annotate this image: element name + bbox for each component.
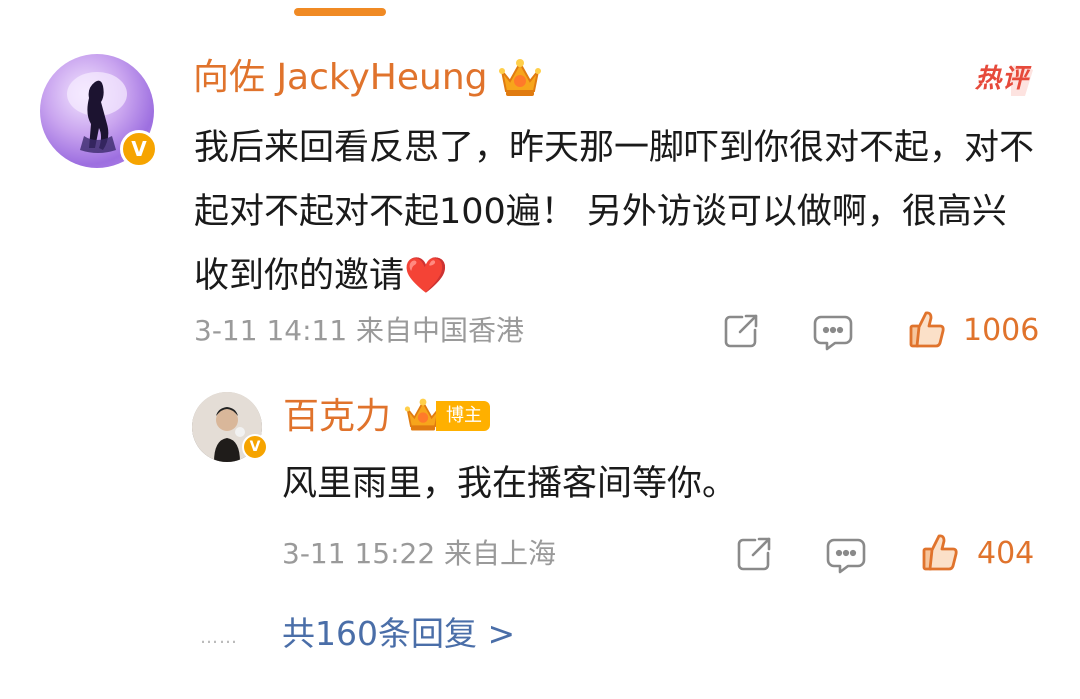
thumbs-up-icon[interactable] xyxy=(921,532,959,572)
reply-text: 风里雨里，我在播客间等你。 xyxy=(282,464,738,504)
more-replies-link[interactable]: 共160条回复 > xyxy=(282,612,515,656)
scroll-indicator xyxy=(294,8,386,16)
share-icon[interactable] xyxy=(735,535,773,573)
share-icon[interactable] xyxy=(722,312,760,350)
comment-icon[interactable] xyxy=(813,313,853,351)
verified-badge-icon: V xyxy=(242,434,268,460)
comment-username[interactable]: 向佐 JackyHeung xyxy=(193,56,488,100)
like-count: 1006 xyxy=(963,313,1040,348)
comment-meta: 3-11 14:11 来自中国香港 xyxy=(194,314,525,347)
reply-meta: 3-11 15:22 来自上海 xyxy=(282,537,557,570)
avatar[interactable]: V xyxy=(40,54,158,168)
reply-username[interactable]: 百克力 xyxy=(283,395,391,439)
blogger-tag: 博主 xyxy=(436,401,490,431)
verified-badge-icon: V xyxy=(120,130,158,168)
heart-emoji: ❤️ xyxy=(404,256,448,296)
thumbs-up-icon[interactable] xyxy=(908,309,946,349)
reply-like-count: 404 xyxy=(977,536,1035,571)
reply-avatar[interactable]: V xyxy=(192,392,268,462)
crown-icon xyxy=(499,59,541,96)
thread-dots: …… xyxy=(200,627,238,648)
comment-text-content: 我后来回看反思了，昨天那一脚吓到你很对不起，对不起对不起对不起100遍！ 另外访… xyxy=(194,128,1035,296)
comment-icon[interactable] xyxy=(826,536,866,574)
hot-comment-label: 热评 xyxy=(975,64,1030,94)
comment-text: 我后来回看反思了，昨天那一脚吓到你很对不起，对不起对不起对不起100遍！ 另外访… xyxy=(194,116,1039,308)
